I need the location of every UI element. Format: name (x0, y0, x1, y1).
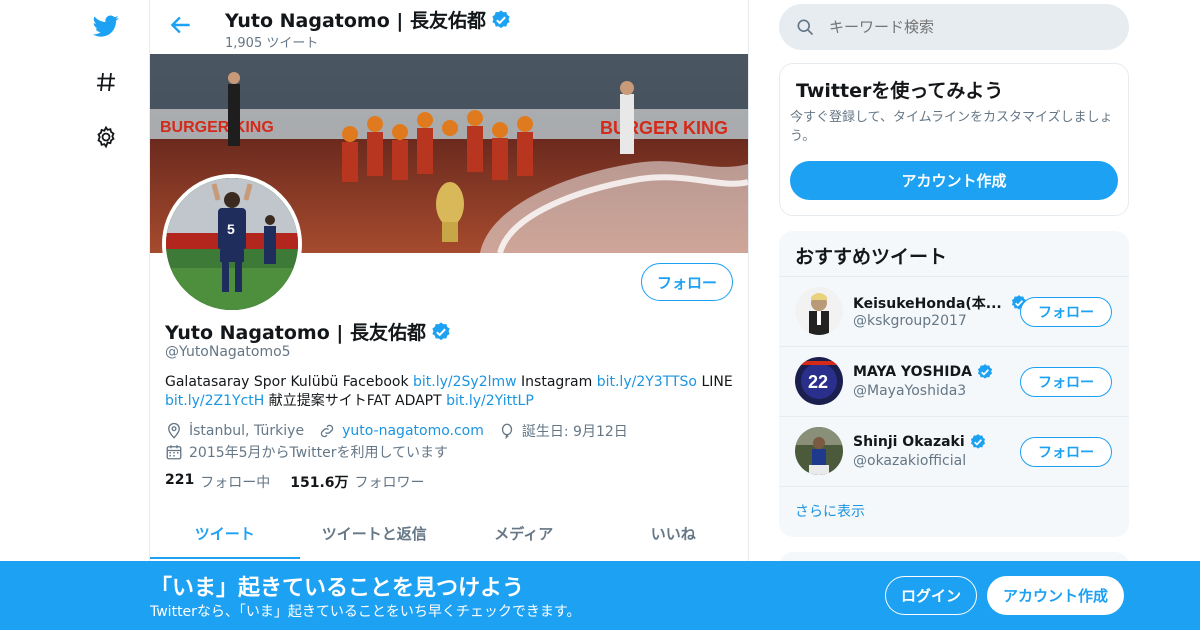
tab-media[interactable]: メディア (449, 507, 599, 559)
tab-tweets[interactable]: ツイート (150, 507, 300, 559)
header-name-text: Yuto Nagatomo | 長友佑都 (225, 10, 486, 32)
rec-name-text: MAYA YOSHIDA (853, 364, 972, 380)
followers-label[interactable]: フォロワー (355, 472, 425, 492)
joined-row: 2015年5月からTwitterを利用しています (165, 442, 462, 462)
twitter-bird-icon[interactable] (90, 10, 122, 42)
website-item: yuto-nagatomo.com (318, 422, 484, 440)
follow-button[interactable]: フォロー (641, 263, 733, 301)
search-box[interactable] (779, 4, 1129, 50)
login-button[interactable]: ログイン (885, 576, 977, 615)
profile-handle: @YutoNagatomo5 (165, 344, 291, 360)
list-item[interactable]: Shinji Okazaki @okazakiofficial フォロー (779, 416, 1129, 486)
list-item[interactable]: 22 MAYA YOSHIDA @MayaYoshida3 フォロー (779, 346, 1129, 416)
avatar[interactable] (795, 427, 843, 475)
bio-link-line[interactable]: bit.ly/2Z1YctH (165, 393, 264, 409)
location-item: İstanbul, Türkiye (165, 422, 304, 440)
rec-name-text: KeisukeHonda(本... (853, 296, 1002, 312)
bio-text: 献立提案サイトFAT ADAPT (264, 393, 447, 409)
avatar[interactable]: 22 (795, 357, 843, 405)
verified-badge-icon (976, 363, 994, 381)
banner-title: 「いま」起きていることを見つけよう (150, 576, 525, 601)
link-icon (320, 424, 334, 438)
following-count[interactable]: 221 (165, 472, 194, 492)
search-input[interactable] (829, 18, 1109, 36)
location-pin-icon (168, 422, 180, 439)
bio-text: LINE (697, 374, 733, 390)
left-nav (80, 0, 132, 630)
profile-name: Yuto Nagatomo | 長友佑都 (165, 318, 452, 345)
website-link[interactable]: yuto-nagatomo.com (342, 423, 484, 439)
profile-bio: Galatasaray Spor Kulübü Facebook bit.ly/… (165, 373, 735, 411)
svg-text:BURGER KING: BURGER KING (160, 119, 274, 136)
follow-button[interactable]: フォロー (1020, 367, 1112, 397)
bio-text: Galatasaray Spor Kulübü Facebook (165, 374, 414, 390)
tweet-count: 1,905 ツイート (225, 36, 319, 51)
profile-header: Yuto Nagatomo | 長友佑都 1,905 ツイート (150, 0, 750, 54)
rec-handle: @MayaYoshida3 (853, 383, 967, 399)
joined-text: 2015年5月からTwitterを利用しています (189, 445, 449, 461)
recommended-tweets-card: おすすめツイート KeisukeHonda(本... @kskgroup2017… (779, 231, 1129, 537)
rec-name[interactable]: Shinji Okazaki (853, 433, 987, 451)
svg-text:5: 5 (227, 221, 235, 237)
rec-handle: @okazakiofficial (853, 453, 967, 469)
location-text: İstanbul, Türkiye (189, 423, 305, 439)
follow-stats: 221 フォロー中 151.6万 フォロワー (165, 472, 445, 492)
profile-name-text: Yuto Nagatomo | 長友佑都 (165, 322, 426, 344)
tab-tweets-and-replies[interactable]: ツイートと返信 (300, 507, 450, 559)
gear-icon[interactable] (90, 121, 122, 153)
balloon-icon (501, 423, 513, 439)
signup-card-text: 今すぐ登録して、タイムラインをカスタマイズしましょう。 (790, 110, 1113, 144)
follow-button[interactable]: フォロー (1020, 437, 1112, 467)
verified-badge-icon (490, 9, 512, 31)
back-arrow-icon[interactable] (168, 12, 194, 38)
bio-link-facebook[interactable]: bit.ly/2Sy2lmw (413, 374, 517, 390)
rec-name[interactable]: MAYA YOSHIDA (853, 363, 994, 381)
bio-link-instagram[interactable]: bit.ly/2Y3TTSo (597, 374, 697, 390)
profile-avatar[interactable]: 5 (162, 174, 302, 314)
joined-item: 2015年5月からTwitterを利用しています (165, 442, 448, 462)
hashtag-icon[interactable] (90, 66, 122, 98)
svg-text:22: 22 (808, 372, 828, 392)
follow-button[interactable]: フォロー (1020, 297, 1112, 327)
rec-handle: @kskgroup2017 (853, 313, 967, 329)
rec-name-text: Shinji Okazaki (853, 434, 965, 450)
signup-card-title: Twitterを使ってみよう (796, 80, 1004, 102)
create-account-button[interactable]: アカウント作成 (790, 161, 1118, 200)
birthday-text: 誕生日: 9月12日 (521, 424, 628, 440)
signup-card: Twitterを使ってみよう 今すぐ登録して、タイムラインをカスタマイズしましょ… (779, 63, 1129, 216)
profile-meta: İstanbul, Türkiye yuto-nagatomo.com 誕生日:… (165, 421, 642, 441)
list-item[interactable]: KeisukeHonda(本... @kskgroup2017 フォロー (779, 276, 1129, 346)
tab-likes[interactable]: いいね (599, 507, 749, 559)
rec-name[interactable]: KeisukeHonda(本... (853, 293, 1028, 313)
calendar-icon (166, 445, 182, 460)
signup-button[interactable]: アカウント作成 (987, 576, 1124, 615)
banner-subtitle: Twitterなら、「いま」起きていることをいち早くチェックできます。 (150, 604, 581, 620)
following-label[interactable]: フォロー中 (200, 472, 270, 492)
header-name: Yuto Nagatomo | 長友佑都 (225, 6, 512, 33)
recommended-title: おすすめツイート (795, 246, 948, 268)
bio-text: Instagram (516, 374, 597, 390)
birthday-item: 誕生日: 9月12日 (498, 421, 628, 441)
bio-link-fat-adapt[interactable]: bit.ly/2YittLP (446, 393, 534, 409)
profile-column: Yuto Nagatomo | 長友佑都 1,905 ツイート BURGER K… (149, 0, 749, 630)
verified-badge-icon (430, 321, 452, 343)
verified-badge-icon (969, 433, 987, 451)
search-icon (797, 19, 814, 36)
divider (779, 486, 1129, 487)
avatar[interactable] (795, 287, 843, 335)
signup-banner: 「いま」起きていることを見つけよう Twitterなら、「いま」起きていることを… (0, 561, 1200, 630)
show-more-link[interactable]: さらに表示 (795, 501, 865, 521)
followers-count[interactable]: 151.6万 (290, 472, 348, 492)
svg-text:BURGER KING: BURGER KING (600, 118, 728, 138)
profile-tabs: ツイート ツイートと返信 メディア いいね (150, 507, 748, 559)
